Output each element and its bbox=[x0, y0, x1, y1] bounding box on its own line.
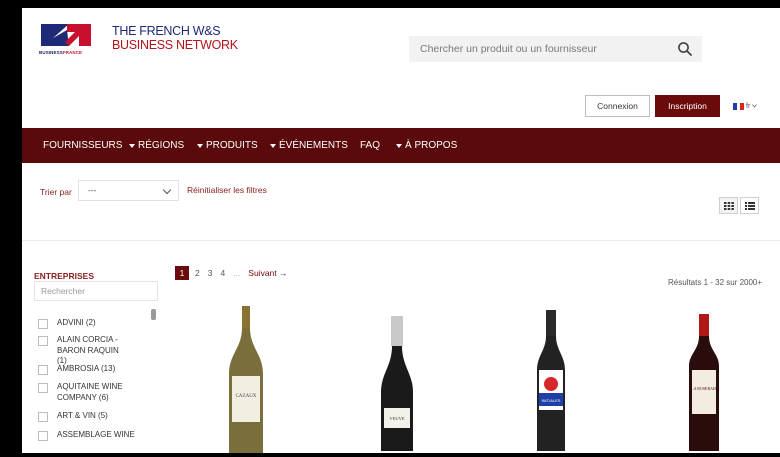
nav-label: À PROPOS bbox=[405, 140, 458, 151]
caret-down-icon bbox=[270, 144, 276, 148]
list-view-button[interactable] bbox=[740, 197, 759, 214]
company-filter-label: ALAIN CORCIA - BARON RAQUIN (1) bbox=[57, 335, 119, 365]
list-view-icon bbox=[745, 202, 755, 210]
nav-item-evenements[interactable]: ÉVÉNEMENTS bbox=[270, 128, 348, 163]
language-selector[interactable]: fr bbox=[733, 100, 758, 112]
page-link-3[interactable]: 3 bbox=[208, 268, 213, 278]
page: BUSINESSFRANCE THE FRENCH W&S BUSINESS N… bbox=[22, 8, 780, 453]
company-filter-item[interactable]: ASSEMBLAGE WINE bbox=[38, 430, 135, 441]
checkbox[interactable] bbox=[38, 365, 48, 375]
reset-filters-link[interactable]: Réinitialiser les filtres bbox=[187, 185, 267, 195]
product-card-bordeaux-bottle[interactable]: LA ROSERAIE bbox=[686, 314, 722, 451]
brand-title[interactable]: THE FRENCH W&S BUSINESS NETWORK bbox=[112, 24, 238, 52]
page-link-2[interactable]: 2 bbox=[195, 268, 200, 278]
caret-down-icon bbox=[129, 144, 135, 148]
nav-item-a-propos[interactable]: À PROPOS bbox=[396, 128, 457, 163]
business-france-logo[interactable]: BUSINESSFRANCE bbox=[39, 22, 95, 62]
language-code: fr bbox=[746, 102, 751, 110]
sort-select[interactable]: --- bbox=[78, 180, 179, 201]
grid-view-button[interactable] bbox=[719, 197, 738, 214]
product-card-wine-bottle[interactable]: CAZAUX bbox=[225, 304, 267, 453]
sidebar-title: ENTREPRISES bbox=[34, 271, 94, 281]
company-filter-list[interactable]: ADVINI (2) ALAIN CORCIA - BARON RAQUIN (… bbox=[34, 309, 161, 450]
nav-item-produits[interactable]: PRODUITS bbox=[197, 128, 258, 163]
company-filter-item[interactable]: AQUITAINE WINE COMPANY (6) bbox=[38, 382, 128, 403]
nav-label: ÉVÉNEMENTS bbox=[279, 140, 348, 151]
logo-mark-icon bbox=[41, 24, 91, 46]
company-filter-label: ART & VIN (5) bbox=[57, 411, 108, 420]
brand-line-2: BUSINESS NETWORK bbox=[112, 38, 238, 52]
company-filter-item[interactable]: ADVINI (2) bbox=[38, 318, 96, 329]
product-card-red-wine-bottle[interactable]: INITIALES bbox=[534, 310, 568, 451]
nav-item-faq[interactable]: FAQ bbox=[360, 128, 380, 163]
next-page-link[interactable]: Suivant → bbox=[248, 268, 287, 278]
bottle-label-text: INITIALES bbox=[542, 398, 561, 403]
sort-value: --- bbox=[88, 185, 97, 195]
company-filter-item[interactable]: ART & VIN (5) bbox=[38, 411, 108, 422]
results-count: Résultats 1 - 32 sur 2000+ bbox=[668, 278, 763, 287]
company-filter-label: ADVINI (2) bbox=[57, 318, 96, 327]
brand-line-1: THE FRENCH W&S bbox=[112, 24, 221, 38]
nav-label: FAQ bbox=[360, 140, 381, 151]
bottle-label-text: VEUVE bbox=[389, 416, 404, 421]
sort-label: Trier par bbox=[40, 187, 72, 197]
page-link-1[interactable]: 1 bbox=[175, 266, 189, 280]
chevron-down-icon bbox=[752, 104, 758, 108]
main-nav: FOURNISSEURS RÉGIONS PRODUITS ÉVÉNEMENTS… bbox=[22, 128, 780, 163]
bottle-label-text: LA ROSERAIE bbox=[691, 386, 717, 391]
nav-item-fournisseurs[interactable]: FOURNISSEURS bbox=[43, 128, 122, 163]
caret-down-icon bbox=[197, 144, 203, 148]
product-card-champagne-bottle[interactable]: VEUVE bbox=[378, 316, 416, 451]
french-flag-icon bbox=[733, 102, 745, 110]
checkbox[interactable] bbox=[38, 412, 48, 422]
checkbox[interactable] bbox=[38, 319, 48, 329]
nav-label: PRODUITS bbox=[206, 140, 258, 151]
company-filter-item[interactable]: AMBROSIA (13) bbox=[38, 364, 115, 375]
search-input[interactable] bbox=[409, 36, 669, 62]
company-filter-label: ASSEMBLAGE WINE bbox=[57, 430, 135, 439]
checkbox[interactable] bbox=[38, 383, 48, 393]
caret-down-icon bbox=[396, 144, 402, 148]
grid-view-icon bbox=[724, 202, 734, 210]
checkbox[interactable] bbox=[38, 431, 48, 441]
search-icon[interactable] bbox=[677, 41, 693, 57]
login-button[interactable]: Connexion bbox=[585, 95, 650, 117]
signup-button[interactable]: Inscription bbox=[655, 95, 720, 117]
bottle-label-text: CAZAUX bbox=[236, 394, 257, 399]
chevron-down-icon bbox=[162, 185, 172, 195]
nav-label: FOURNISSEURS bbox=[43, 140, 123, 151]
checkbox[interactable] bbox=[38, 336, 48, 346]
company-filter-label: AMBROSIA (13) bbox=[57, 364, 116, 373]
section-divider bbox=[22, 240, 780, 241]
pagination: 1 2 3 4 ... Suivant → bbox=[175, 266, 296, 280]
sidebar-search-input[interactable] bbox=[34, 281, 158, 301]
page-link-4[interactable]: 4 bbox=[220, 268, 225, 278]
nav-label: RÉGIONS bbox=[138, 140, 185, 151]
nav-item-regions[interactable]: RÉGIONS bbox=[129, 128, 184, 163]
company-filter-item[interactable]: ALAIN CORCIA - BARON RAQUIN (1) bbox=[38, 335, 128, 367]
sidebar-scrollbar[interactable] bbox=[151, 309, 156, 320]
logo-wordmark: BUSINESSFRANCE bbox=[39, 50, 83, 55]
pagination-ellipsis: ... bbox=[233, 268, 241, 278]
company-filter-label: AQUITAINE WINE COMPANY (6) bbox=[57, 382, 123, 402]
search-bar bbox=[409, 36, 702, 62]
